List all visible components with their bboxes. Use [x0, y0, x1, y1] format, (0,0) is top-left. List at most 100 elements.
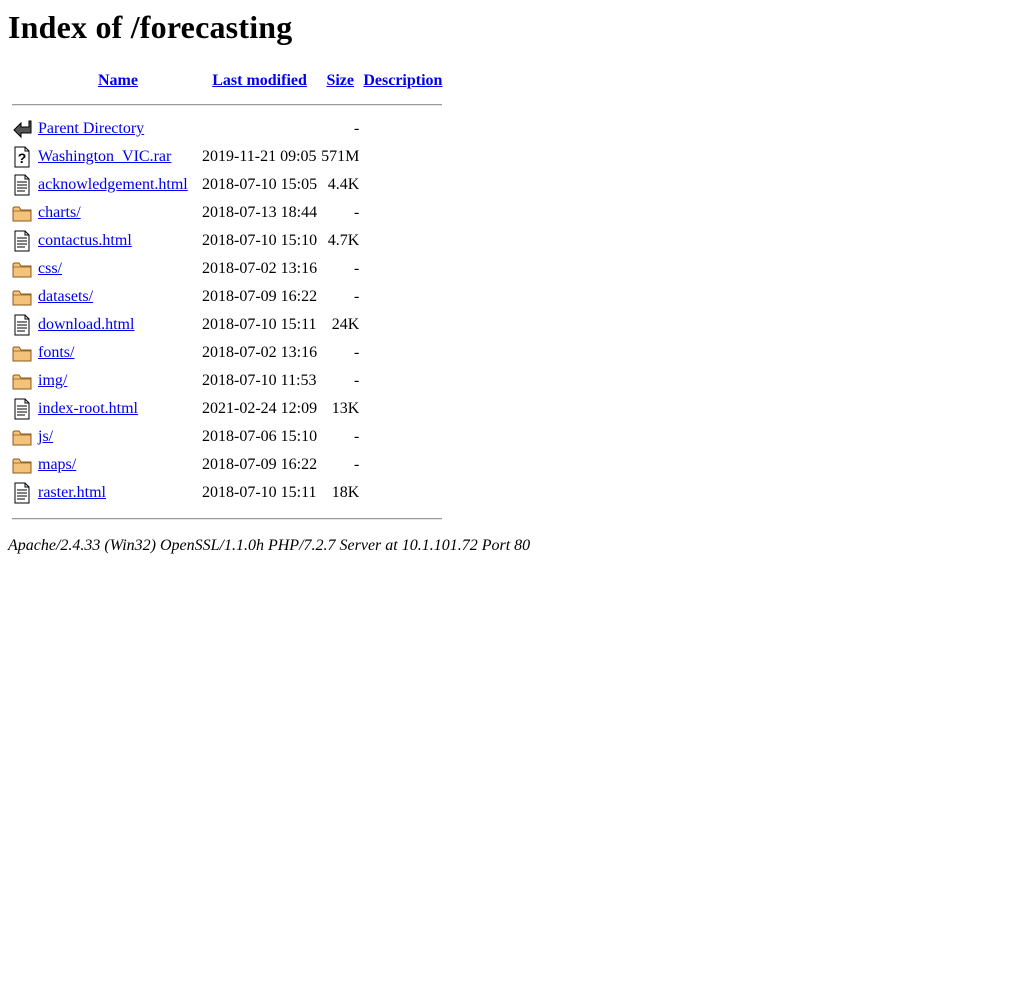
icon-cell: [11, 257, 35, 283]
entry-link[interactable]: contactus.html: [38, 232, 132, 249]
sort-by-description-link[interactable]: Description: [363, 72, 442, 89]
sort-by-name-link[interactable]: Name: [98, 72, 138, 89]
entry-link[interactable]: charts/: [38, 204, 81, 221]
modified-cell: 2018-07-10 15:10: [202, 232, 318, 249]
folder-icon: [12, 286, 32, 308]
description-cell: [362, 117, 443, 143]
description-cell: [362, 145, 443, 171]
icon-cell: [11, 453, 35, 479]
name-cell: maps/: [37, 453, 199, 479]
folder-icon: [12, 370, 32, 392]
size-cell: -: [354, 456, 360, 473]
name-cell: index-root.html: [37, 397, 199, 423]
table-row: js/2018-07-06 15:10 -: [11, 425, 443, 451]
header-row: Name Last modified Size Description: [11, 69, 443, 93]
name-cell: raster.html: [37, 481, 199, 507]
description-cell: [362, 313, 443, 339]
directory-listing-table: Name Last modified Size Description Pare…: [9, 67, 445, 531]
entry-link[interactable]: img/: [38, 372, 67, 389]
table-row: raster.html 2018-07-10 15:11 18K: [11, 481, 443, 507]
modified-cell: 2018-07-10 15:11: [202, 316, 317, 333]
icon-cell: [11, 313, 35, 339]
entry-link[interactable]: maps/: [38, 456, 76, 473]
name-cell: contactus.html: [37, 229, 199, 255]
table-row: maps/2018-07-09 16:22 -: [11, 453, 443, 479]
modified-cell: 2018-07-10 15:11: [202, 484, 317, 501]
size-cell: -: [354, 428, 360, 445]
size-cell: 4.4K: [327, 176, 360, 193]
text-file-icon: [12, 482, 32, 504]
text-file-icon: [12, 314, 32, 336]
name-column-header: Name: [37, 69, 199, 93]
entry-link[interactable]: js/: [38, 428, 53, 445]
name-cell: img/: [37, 369, 199, 395]
entry-link[interactable]: acknowledgement.html: [38, 176, 188, 193]
icon-cell: [11, 229, 35, 255]
entry-link[interactable]: css/: [38, 260, 62, 277]
top-divider-row: [11, 95, 443, 115]
modified-cell: 2018-07-13 18:44: [202, 204, 318, 221]
bottom-divider-row: [11, 509, 443, 529]
table-row: ? Washington_VIC.rar 2019-11-21 09:05 571M: [11, 145, 443, 171]
table-row: charts/2018-07-13 18:44 -: [11, 201, 443, 227]
table-row: index-root.html 2021-02-24 12:09 13K: [11, 397, 443, 423]
icon-cell: [11, 285, 35, 311]
modified-cell: [201, 117, 318, 143]
text-file-icon: [12, 398, 32, 420]
icon-cell: [11, 397, 35, 423]
entry-link[interactable]: Washington_VIC.rar: [38, 148, 171, 165]
top-divider: [12, 104, 443, 106]
size-cell: -: [354, 288, 360, 305]
name-cell: Parent Directory: [37, 117, 199, 143]
last-modified-column-header: Last modified: [201, 69, 318, 93]
description-cell: [362, 341, 443, 367]
description-cell: [362, 285, 443, 311]
page: Index of /forecasting Name Last modified…: [0, 0, 1024, 563]
name-cell: fonts/: [37, 341, 199, 367]
modified-cell: 2018-07-09 16:22: [202, 456, 318, 473]
modified-cell: 2018-07-02 13:16: [202, 260, 318, 277]
modified-cell: 2021-02-24 12:09: [202, 400, 318, 417]
size-cell: 13K: [331, 400, 360, 417]
entry-link[interactable]: datasets/: [38, 288, 93, 305]
modified-cell: 2019-11-21 09:05: [202, 148, 317, 165]
modified-cell: 2018-07-09 16:22: [202, 288, 318, 305]
unknown-file-icon: ?: [12, 146, 32, 168]
entry-link[interactable]: Parent Directory: [38, 120, 144, 137]
table-row: contactus.html 2018-07-10 15:10 4.7K: [11, 229, 443, 255]
description-cell: [362, 453, 443, 479]
size-column-header: Size: [320, 69, 360, 93]
svg-text:?: ?: [18, 150, 27, 166]
icon-cell: [11, 481, 35, 507]
entry-link[interactable]: raster.html: [38, 484, 106, 501]
table-row: download.html 2018-07-10 15:11 24K: [11, 313, 443, 339]
name-cell: Washington_VIC.rar: [37, 145, 199, 171]
entry-link[interactable]: download.html: [38, 316, 134, 333]
folder-icon: [12, 426, 32, 448]
sort-by-modified-link[interactable]: Last modified: [212, 72, 307, 89]
folder-icon: [12, 454, 32, 476]
text-file-icon: [12, 174, 32, 196]
name-cell: js/: [37, 425, 199, 451]
description-cell: [362, 481, 443, 507]
entry-link[interactable]: fonts/: [38, 344, 74, 361]
icon-cell: [11, 341, 35, 367]
description-cell: [362, 397, 443, 423]
table-row: img/2018-07-10 11:53 -: [11, 369, 443, 395]
modified-cell: 2018-07-10 11:53: [202, 372, 317, 389]
size-cell: 4.7K: [327, 232, 360, 249]
modified-cell: 2018-07-02 13:16: [202, 344, 318, 361]
modified-cell: 2018-07-10 15:05: [202, 176, 318, 193]
size-cell: -: [354, 204, 360, 221]
table-row: css/2018-07-02 13:16 -: [11, 257, 443, 283]
size-cell: 571M: [321, 148, 360, 165]
icon-cell: ?: [11, 145, 35, 171]
sort-by-size-link[interactable]: Size: [326, 72, 354, 89]
table-row: datasets/2018-07-09 16:22 -: [11, 285, 443, 311]
entry-link[interactable]: index-root.html: [38, 400, 138, 417]
description-cell: [362, 257, 443, 283]
bottom-divider: [12, 518, 443, 520]
size-cell: -: [354, 372, 360, 389]
icon-cell: [11, 117, 35, 143]
name-cell: datasets/: [37, 285, 199, 311]
